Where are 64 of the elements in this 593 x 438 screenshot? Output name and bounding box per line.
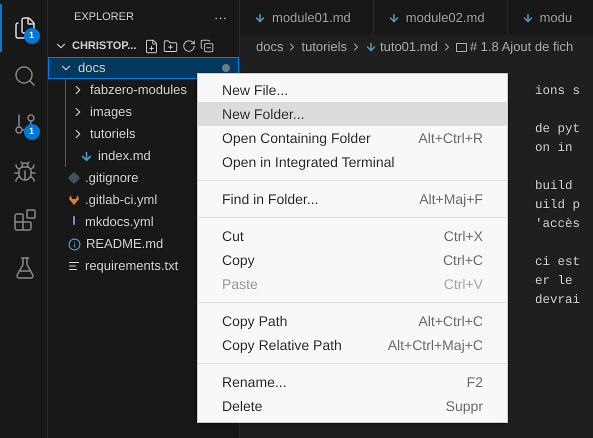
arrow-down-icon bbox=[254, 12, 266, 24]
tab-label: module01.md bbox=[272, 8, 351, 27]
file-name: docs bbox=[78, 59, 106, 78]
breadcrumb-item[interactable]: # 1.8 Ajout de fich bbox=[470, 37, 574, 57]
lines-icon bbox=[68, 260, 80, 272]
file-name: fabzero-modules bbox=[90, 81, 187, 100]
menu-item[interactable]: Copy Ctrl+C bbox=[198, 248, 507, 272]
info-icon bbox=[68, 238, 81, 250]
breadcrumb-item[interactable]: tutoriels bbox=[301, 37, 347, 57]
breadcrumb-item[interactable]: tuto01.md bbox=[380, 37, 438, 57]
code-text: ions s bbox=[535, 84, 580, 98]
blocks-icon bbox=[12, 208, 36, 232]
bug-icon bbox=[12, 160, 36, 184]
file-name: index.md bbox=[98, 147, 151, 166]
menu-item[interactable]: Find in Folder... Alt+Maj+F bbox=[198, 187, 507, 211]
code-text: 'accès bbox=[535, 217, 580, 231]
arrow-down-icon bbox=[388, 12, 400, 24]
code-text: on in bbox=[535, 141, 573, 155]
breadcrumb-item[interactable]: docs bbox=[256, 37, 284, 57]
folder-row[interactable]: docs bbox=[48, 57, 239, 79]
file-name: .gitignore bbox=[85, 169, 138, 188]
workspace-row[interactable]: CHRISTOP... bbox=[48, 35, 239, 57]
count-badge: 1 bbox=[24, 28, 40, 44]
fox-icon bbox=[68, 194, 80, 206]
file-name: tutoriels bbox=[90, 125, 136, 144]
file-name: .gitlab-ci.yml bbox=[85, 191, 158, 210]
arrow-down-icon bbox=[365, 41, 377, 53]
file-name: images bbox=[90, 103, 132, 122]
count-badge: 1 bbox=[24, 124, 40, 140]
menu-item[interactable]: Rename... F2 bbox=[198, 370, 507, 394]
workspace-name[interactable]: CHRISTOP... bbox=[72, 38, 136, 54]
code-text: devrai bbox=[535, 293, 580, 307]
code-text: er le bbox=[535, 274, 573, 288]
diamond-icon bbox=[68, 172, 80, 184]
search-icon bbox=[12, 64, 36, 88]
code-text: build bbox=[535, 179, 573, 193]
arrow-down-icon bbox=[522, 12, 534, 24]
more-actions[interactable]: ··· bbox=[214, 8, 227, 28]
menu-item[interactable]: Open in Integrated Terminal bbox=[198, 150, 507, 174]
code-text: ci est bbox=[535, 255, 580, 269]
menu-item[interactable]: New Folder... bbox=[198, 102, 507, 126]
collapse-icon[interactable] bbox=[200, 39, 214, 53]
menu-item[interactable]: Open Containing Folder Alt+Ctrl+R bbox=[198, 126, 507, 150]
files-icon bbox=[12, 16, 36, 40]
menu-item[interactable]: New File... bbox=[198, 78, 507, 102]
code-text: uild p bbox=[535, 198, 580, 212]
new-folder-icon[interactable] bbox=[163, 38, 178, 54]
refresh-icon[interactable] bbox=[182, 39, 196, 53]
arrow-down-icon bbox=[80, 150, 93, 162]
menu-item[interactable]: Cut Ctrl+X bbox=[198, 224, 507, 248]
new-file-icon[interactable] bbox=[144, 38, 160, 54]
file-name: mkdocs.yml bbox=[85, 213, 154, 232]
symbol-icon bbox=[456, 42, 467, 52]
menu-item[interactable]: Delete Suppr bbox=[198, 394, 507, 418]
tab-label: modu bbox=[540, 8, 572, 27]
activity-button[interactable]: 1 bbox=[0, 100, 48, 148]
branch-icon bbox=[12, 112, 36, 136]
code-text: de pyt bbox=[535, 122, 580, 136]
file-name: README.md bbox=[86, 235, 164, 254]
tab-label: module02.md bbox=[406, 8, 485, 27]
menu-item[interactable]: Copy Relative Path Alt+Ctrl+Maj+C bbox=[198, 333, 507, 357]
panel-title: EXPLORER bbox=[74, 10, 134, 26]
file-name: requirements.txt bbox=[85, 257, 178, 276]
menu-item[interactable]: Copy Path Alt+Ctrl+C bbox=[198, 309, 507, 333]
